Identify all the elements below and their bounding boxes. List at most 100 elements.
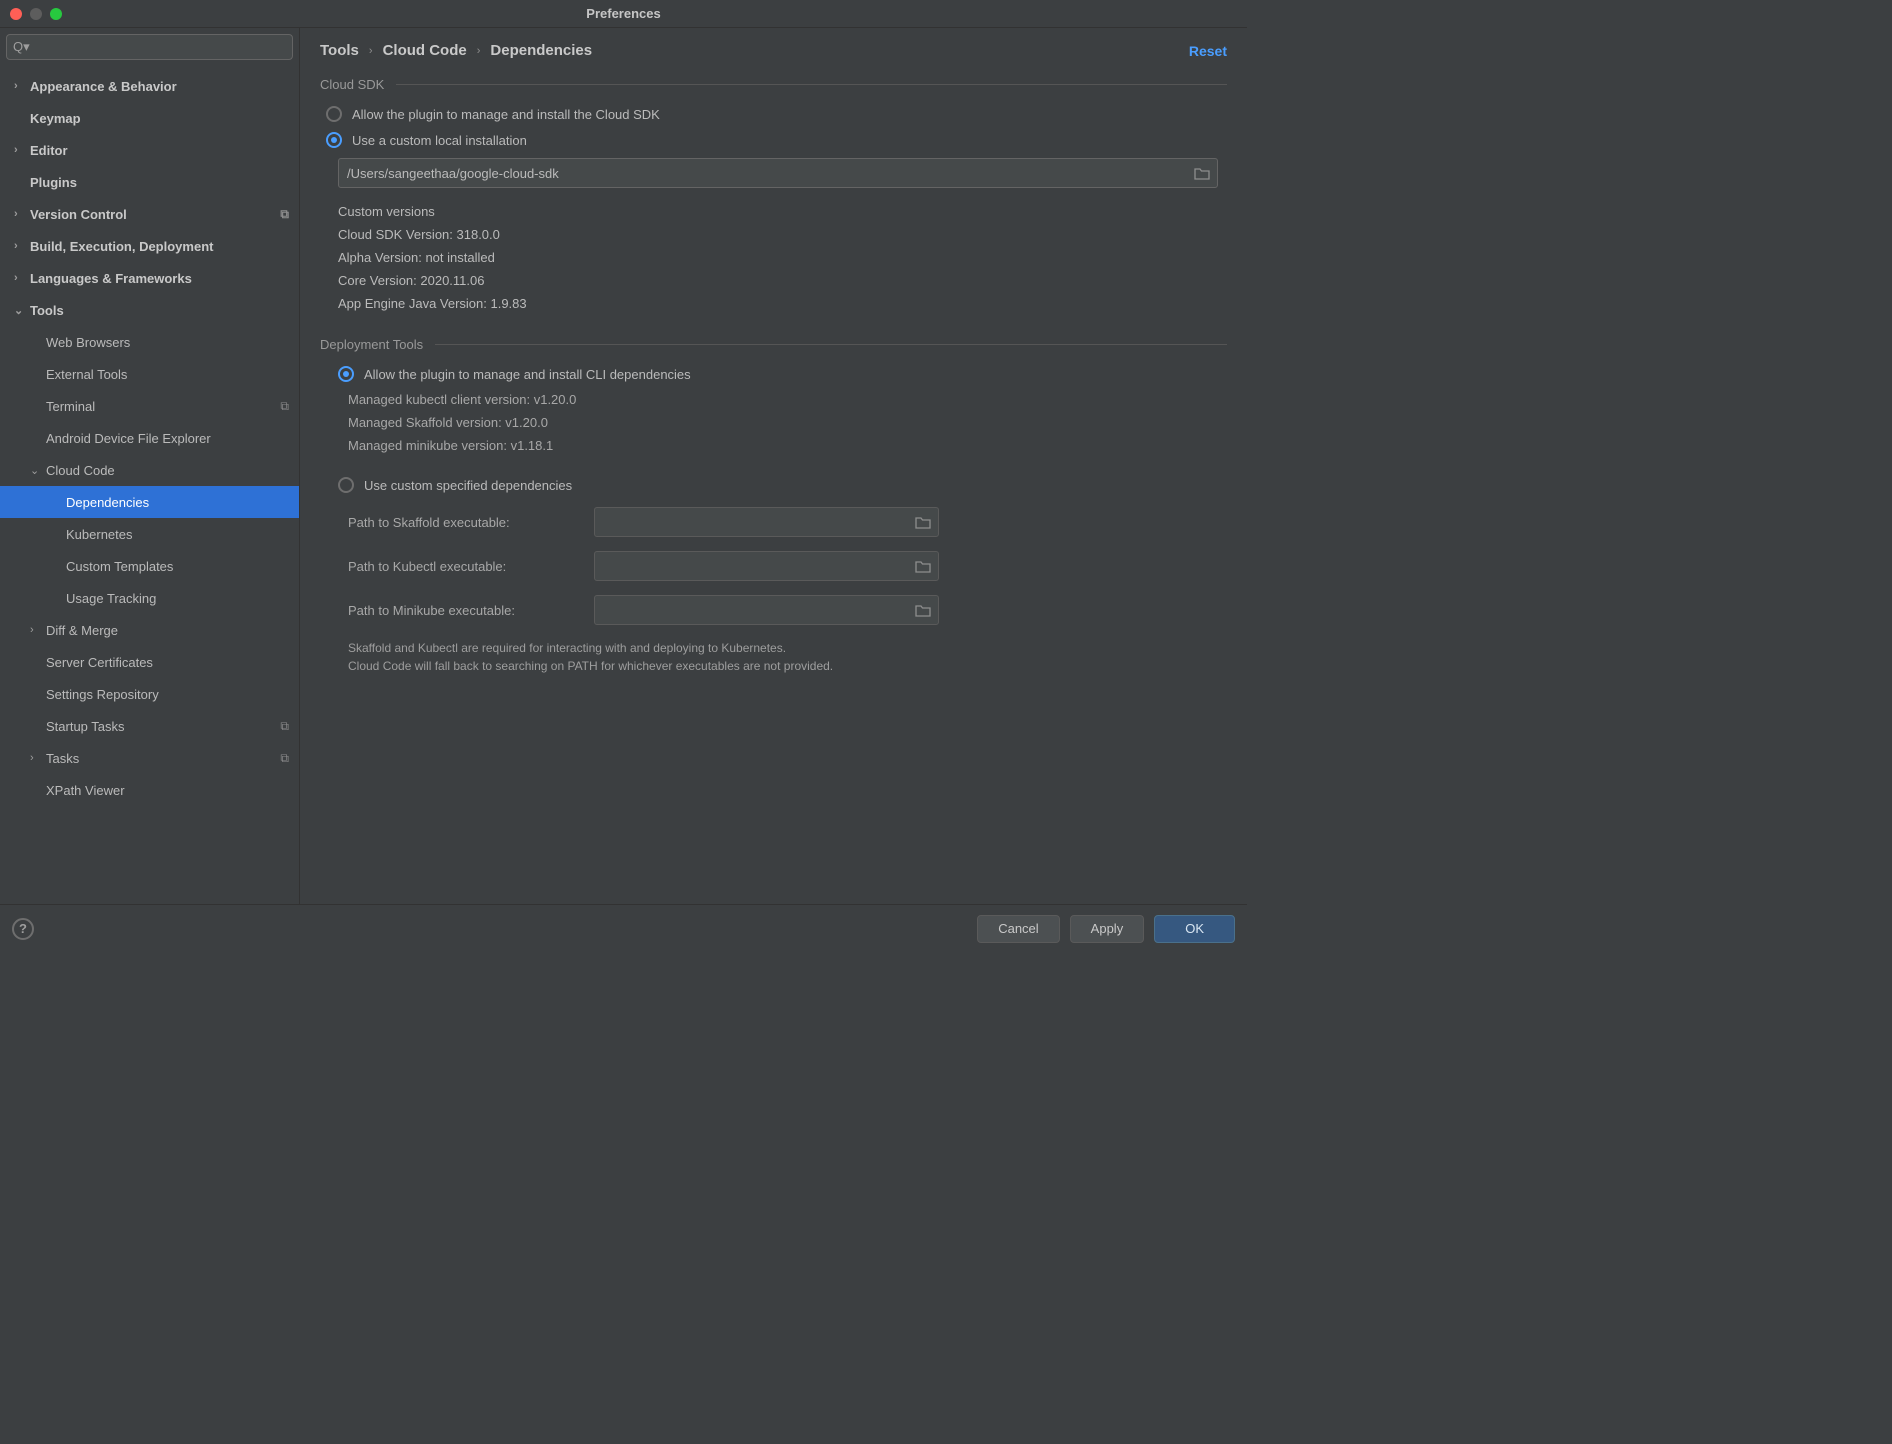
sidebar-item-dependencies[interactable]: Dependencies: [0, 486, 299, 518]
version-line: Cloud SDK Version: 318.0.0: [338, 227, 1227, 242]
sidebar-item-label: Settings Repository: [46, 687, 289, 702]
folder-icon[interactable]: [915, 603, 931, 617]
apply-button[interactable]: Apply: [1070, 915, 1145, 943]
chevron-right-icon: ›: [477, 45, 481, 57]
breadcrumb-item[interactable]: Cloud Code: [383, 42, 467, 59]
sdk-path-field[interactable]: [338, 158, 1218, 188]
cancel-button[interactable]: Cancel: [977, 915, 1059, 943]
path-label: Path to Minikube executable:: [348, 603, 578, 618]
sidebar-item-web-browsers[interactable]: Web Browsers: [0, 326, 299, 358]
chevron-right-icon: ›: [369, 45, 373, 57]
sidebar-item-server-certificates[interactable]: Server Certificates: [0, 646, 299, 678]
breadcrumb: Tools › Cloud Code › Dependencies: [320, 42, 592, 59]
radio-checked-icon: [326, 132, 342, 148]
window-minimize-button[interactable]: [30, 8, 42, 20]
ok-button[interactable]: OK: [1154, 915, 1235, 943]
radio-manage-sdk[interactable]: Allow the plugin to manage and install t…: [326, 106, 1227, 122]
sidebar-item-plugins[interactable]: Plugins: [0, 166, 299, 198]
sidebar-item-kubernetes[interactable]: Kubernetes: [0, 518, 299, 550]
sidebar-item-label: XPath Viewer: [46, 783, 289, 798]
search-input-wrap[interactable]: Q▾: [6, 34, 293, 60]
sidebar-item-label: Plugins: [30, 175, 289, 190]
chevron-right-icon: ›: [14, 272, 28, 284]
executable-path-row: Path to Skaffold executable:: [348, 507, 1227, 537]
radio-label: Use custom specified dependencies: [364, 478, 572, 493]
executable-path-field[interactable]: [594, 595, 939, 625]
footnote: Skaffold and Kubectl are required for in…: [348, 639, 1227, 675]
path-label: Path to Skaffold executable:: [348, 515, 578, 530]
sidebar-item-android-device-file-explorer[interactable]: Android Device File Explorer: [0, 422, 299, 454]
window-title: Preferences: [586, 6, 660, 21]
sidebar-item-keymap[interactable]: Keymap: [0, 102, 299, 134]
window-zoom-button[interactable]: [50, 8, 62, 20]
chevron-right-icon: ›: [30, 752, 44, 764]
radio-custom-sdk[interactable]: Use a custom local installation: [326, 132, 1227, 148]
sidebar-item-build-execution-deployment[interactable]: ›Build, Execution, Deployment: [0, 230, 299, 262]
sidebar-item-external-tools[interactable]: External Tools: [0, 358, 299, 390]
folder-icon[interactable]: [915, 559, 931, 573]
sidebar-item-label: Terminal: [46, 399, 280, 414]
radio-label: Allow the plugin to manage and install C…: [364, 367, 691, 382]
sidebar-item-custom-templates[interactable]: Custom Templates: [0, 550, 299, 582]
sidebar-item-label: Diff & Merge: [46, 623, 289, 638]
breadcrumb-item[interactable]: Tools: [320, 42, 359, 59]
sidebar-item-label: Build, Execution, Deployment: [30, 239, 289, 254]
sidebar-item-label: Tools: [30, 303, 289, 318]
sidebar-item-languages-frameworks[interactable]: ›Languages & Frameworks: [0, 262, 299, 294]
section-label: Cloud SDK: [320, 77, 384, 92]
settings-content: Tools › Cloud Code › Dependencies Reset …: [300, 28, 1247, 904]
sidebar-item-appearance-behavior[interactable]: ›Appearance & Behavior: [0, 70, 299, 102]
sdk-path-input[interactable]: [347, 166, 1185, 181]
section-cloud-sdk-header: Cloud SDK: [320, 77, 1227, 92]
managed-line: Managed Skaffold version: v1.20.0: [348, 415, 1227, 430]
radio-checked-icon: [338, 366, 354, 382]
radio-label: Use a custom local installation: [352, 133, 527, 148]
sidebar-item-cloud-code[interactable]: ⌄Cloud Code: [0, 454, 299, 486]
sidebar-item-label: Startup Tasks: [46, 719, 280, 734]
executable-path-row: Path to Minikube executable:: [348, 595, 1227, 625]
sidebar-item-terminal[interactable]: Terminal⧉: [0, 390, 299, 422]
chevron-right-icon: ›: [14, 208, 28, 220]
chevron-right-icon: ›: [14, 240, 28, 252]
reset-link[interactable]: Reset: [1189, 43, 1227, 59]
search-input[interactable]: [36, 40, 286, 55]
section-label: Deployment Tools: [320, 337, 423, 352]
breadcrumb-item: Dependencies: [490, 42, 592, 59]
sidebar-item-diff-merge[interactable]: ›Diff & Merge: [0, 614, 299, 646]
folder-icon[interactable]: [915, 515, 931, 529]
executable-path-input[interactable]: [603, 515, 906, 530]
search-icon: Q▾: [13, 39, 30, 55]
settings-tree: ›Appearance & BehaviorKeymap›Editor Plugi…: [0, 66, 299, 904]
sidebar-item-usage-tracking[interactable]: Usage Tracking: [0, 582, 299, 614]
managed-versions: Managed kubectl client version: v1.20.0 …: [348, 392, 1227, 453]
sidebar-item-editor[interactable]: ›Editor: [0, 134, 299, 166]
project-scope-icon: ⧉: [280, 751, 289, 766]
executable-path-input[interactable]: [603, 603, 906, 618]
project-scope-icon: ⧉: [280, 719, 289, 734]
executable-path-field[interactable]: [594, 507, 939, 537]
sidebar-item-tools[interactable]: ⌄Tools: [0, 294, 299, 326]
title-bar: Preferences: [0, 0, 1247, 28]
sidebar-item-settings-repository[interactable]: Settings Repository: [0, 678, 299, 710]
help-icon[interactable]: ?: [12, 918, 34, 940]
managed-line: Managed kubectl client version: v1.20.0: [348, 392, 1227, 407]
project-scope-icon: ⧉: [280, 399, 289, 414]
radio-label: Allow the plugin to manage and install t…: [352, 107, 660, 122]
sidebar-item-version-control[interactable]: ›Version Control⧉: [0, 198, 299, 230]
sidebar-item-tasks[interactable]: ›Tasks⧉: [0, 742, 299, 774]
sidebar-item-label: Web Browsers: [46, 335, 289, 350]
window-close-button[interactable]: [10, 8, 22, 20]
executable-path-field[interactable]: [594, 551, 939, 581]
sidebar-item-label: Usage Tracking: [66, 591, 289, 606]
radio-custom-cli[interactable]: Use custom specified dependencies: [338, 477, 1227, 493]
executable-path-input[interactable]: [603, 559, 906, 574]
sidebar-item-label: Server Certificates: [46, 655, 289, 670]
dialog-footer: ? Cancel Apply OK: [0, 904, 1247, 952]
sidebar-item-label: Android Device File Explorer: [46, 431, 289, 446]
folder-icon[interactable]: [1194, 166, 1210, 180]
sidebar-item-startup-tasks[interactable]: Startup Tasks⧉: [0, 710, 299, 742]
managed-line: Managed minikube version: v1.18.1: [348, 438, 1227, 453]
sidebar-item-xpath-viewer[interactable]: XPath Viewer: [0, 774, 299, 806]
version-line: App Engine Java Version: 1.9.83: [338, 296, 1227, 311]
radio-manage-cli[interactable]: Allow the plugin to manage and install C…: [338, 366, 1227, 382]
